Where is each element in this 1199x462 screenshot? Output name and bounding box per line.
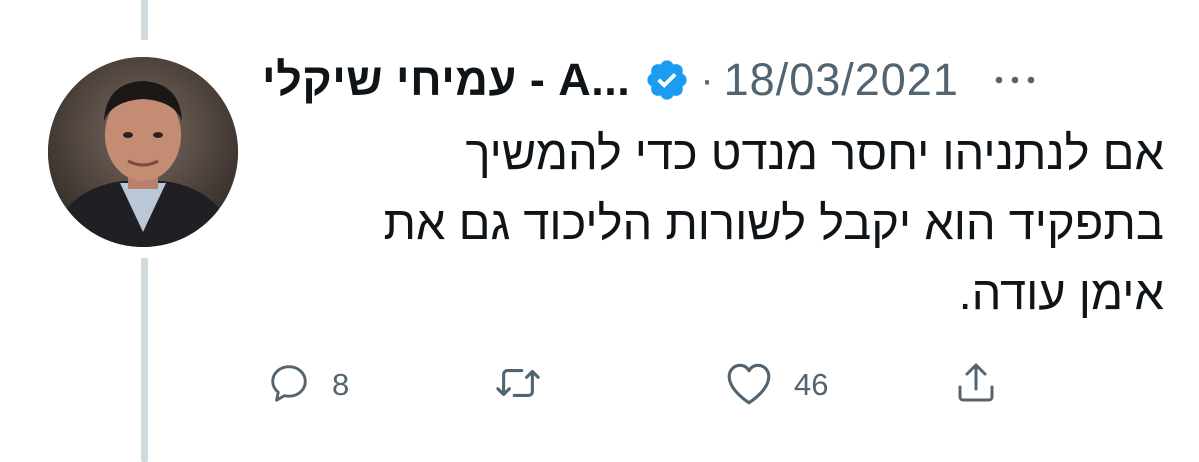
verified-badge-icon — [644, 57, 690, 103]
action-bar: 8 46 — [0, 355, 1199, 415]
tweet-header: עמיחי שיקלי - A... · 18/03/2021 — [262, 52, 1162, 108]
reply-button[interactable]: 8 — [266, 355, 349, 415]
retweet-icon — [492, 360, 544, 411]
share-button[interactable] — [952, 355, 1000, 415]
date-separator: · — [700, 57, 714, 102]
like-button[interactable]: 46 — [724, 355, 828, 415]
retweet-button[interactable] — [492, 355, 544, 415]
tweet-date[interactable]: 18/03/2021 — [724, 54, 959, 106]
reply-count: 8 — [332, 367, 350, 402]
share-icon — [952, 359, 1000, 412]
more-options-icon[interactable] — [993, 73, 1037, 87]
display-name[interactable]: עמיחי שיקלי - A... — [262, 54, 630, 106]
avatar[interactable] — [48, 57, 238, 247]
thread-line-top — [141, 0, 148, 40]
tweet-text: אם לנתניהו יחסר מנדט כדי להמשיך בתפקיד ה… — [383, 126, 1164, 319]
reply-icon — [266, 360, 312, 411]
heart-icon — [724, 360, 774, 411]
like-count: 46 — [794, 367, 829, 402]
